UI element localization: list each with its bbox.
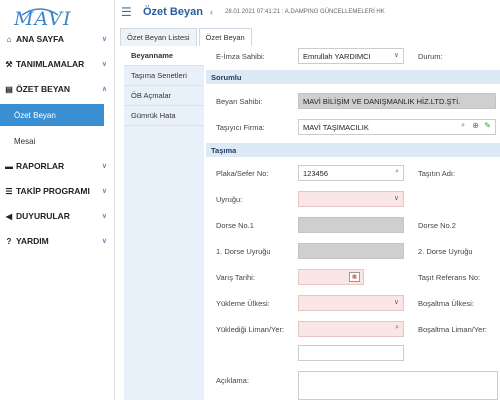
aciklama-label: Açıklama:	[216, 376, 249, 385]
eimza-select[interactable]: Emrullah YARDIMCI ∨	[298, 48, 404, 64]
uyrugu-select[interactable]: ∨	[298, 191, 404, 207]
yukleme-ulkesi-select[interactable]: ∨	[298, 295, 404, 311]
varis-label: Varış Tarihi:	[216, 273, 255, 282]
search-icon[interactable]: ⌕	[461, 122, 465, 130]
calendar-icon[interactable]: ▦	[349, 272, 360, 282]
dorse1-label: Dorse No.1	[216, 221, 254, 230]
sidebar-item-takip-programi[interactable]: ☰ TAKİP PROGRAMI ∨	[0, 180, 115, 202]
tasiyici-label: Taşıyıcı Firma:	[216, 123, 265, 132]
eimza-value: Emrullah YARDIMCI	[303, 51, 371, 61]
sidebar-item-ozet-beyan[interactable]: ▤ ÖZET BEYAN ∧	[0, 78, 115, 100]
sidebar-item-label: ÖZET BEYAN	[16, 84, 71, 94]
announcement-marquee[interactable]: 28.01.2021 07:41:21 : A.DAMPING GÜNCELLE…	[225, 9, 385, 15]
megaphone-icon: ◀	[5, 211, 13, 221]
dorse1-uyrugu-field	[298, 243, 404, 259]
section-tasima: Taşıma	[206, 143, 500, 157]
tasit-adi-label: Taşıtın Adı:	[418, 169, 456, 178]
section-sorumlu: Sorumlu	[206, 70, 500, 84]
chevron-up-icon: ∧	[101, 86, 107, 93]
form-content: E-İmza Sahibi: Emrullah YARDIMCI ∨ Durum…	[206, 46, 500, 400]
bosaltma-liman-label: Boşaltma Liman/Yer:	[418, 325, 487, 334]
sidebar-item-label: DUYURULAR	[16, 211, 70, 221]
extra-input-field[interactable]	[298, 345, 404, 361]
beyan-sahibi-label: Beyan Sahibi:	[216, 97, 263, 106]
tab-ozet-beyan[interactable]: Özet Beyan	[198, 28, 252, 46]
sidebar-item-ana-sayfa[interactable]: ⌂ ANA SAYFA ∨	[0, 28, 115, 50]
beyan-sahibi-field: MAVİ BİLİŞİM VE DANIŞMANLIK HİZ.LTD.ŞTİ.	[298, 93, 496, 109]
tasit-ref-label: Taşıt Referans No:	[418, 273, 481, 282]
list-icon: ☰	[5, 186, 13, 196]
chevron-down-icon: ∨	[101, 238, 107, 245]
logo-text: MAVI	[14, 8, 72, 30]
yukleme-ulkesi-label: Yükleme Ülkesi:	[216, 299, 270, 308]
yukledigi-liman-label: Yüklediği Liman/Yer:	[216, 325, 285, 334]
sidebar: MAVI ⌂ ANA SAYFA ∨ ⚒ TANIMLAMALAR ∨ ▤ ÖZ…	[0, 0, 115, 400]
chevron-down-icon: ∨	[101, 36, 107, 43]
sidebar-item-label: TANIMLAMALAR	[16, 59, 85, 69]
sidebar-item-label: YARDIM	[16, 236, 49, 246]
tab-bar: Özet Beyan Listesi Özet Beyan	[120, 28, 254, 46]
subnav-item-gumruk-hata[interactable]: Gümrük Hata	[124, 106, 204, 126]
sidebar-subitem-mesai[interactable]: Mesai	[0, 130, 104, 152]
sidebar-item-label: RAPORLAR	[16, 161, 65, 171]
sidebar-subitem-ozet-beyan[interactable]: Özet Beyan	[0, 104, 104, 126]
form-subnav: Beyanname Taşıma Senetleri ÖB Açmalar Gü…	[124, 46, 204, 400]
plaka-value: 123456	[303, 168, 329, 178]
top-bar: ☰ Özet Beyan ‹ 28.01.2021 07:41:21 : A.D…	[115, 0, 500, 26]
page-title: Özet Beyan	[143, 6, 203, 18]
varis-date-field[interactable]: ▦	[298, 269, 364, 285]
subnav-item-ob-acmalar[interactable]: ÖB Açmalar	[124, 86, 204, 106]
wrench-icon: ⚒	[5, 59, 13, 69]
durum-label: Durum:	[418, 52, 443, 61]
search-icon[interactable]: ⌕	[395, 168, 399, 176]
beyan-sahibi-value: MAVİ BİLİŞİM VE DANIŞMANLIK HİZ.LTD.ŞTİ.	[303, 96, 461, 106]
bosaltma-ulkesi-label: Boşaltma Ülkesi:	[418, 299, 474, 308]
sidebar-item-label: TAKİP PROGRAMI	[16, 186, 90, 196]
chevron-down-icon: ∨	[101, 61, 107, 68]
chevron-down-icon: ∨	[393, 299, 399, 306]
tasiyici-value: MAVİ TAŞIMACILIK	[303, 122, 369, 132]
add-icon[interactable]: ⊕	[472, 121, 479, 130]
chevron-down-icon: ∨	[393, 195, 399, 202]
subnav-item-beyanname[interactable]: Beyanname	[124, 46, 204, 66]
chevron-down-icon: ∨	[393, 52, 399, 59]
tab-ozet-beyan-listesi[interactable]: Özet Beyan Listesi	[120, 28, 197, 46]
dorse2-uyrugu-label: 2. Dorse Uyruğu	[418, 247, 473, 256]
dorse2-label: Dorse No.2	[418, 221, 456, 230]
uyrugu-label: Uyruğu:	[216, 195, 243, 204]
eimza-label: E-İmza Sahibi:	[216, 52, 265, 61]
hamburger-menu-icon[interactable]: ☰	[121, 5, 132, 19]
chevron-down-icon: ∨	[101, 188, 107, 195]
aciklama-textarea[interactable]	[298, 371, 498, 400]
home-icon: ⌂	[6, 34, 12, 44]
search-icon[interactable]: ⌕	[395, 324, 399, 332]
tasiyici-field[interactable]: MAVİ TAŞIMACILIK ⌕ ⊕ ✎	[298, 119, 496, 135]
subnav-item-tasima-senetleri[interactable]: Taşıma Senetleri	[124, 66, 204, 86]
chevron-left-icon[interactable]: ‹	[210, 7, 213, 17]
dorse1-uyrugu-label: 1. Dorse Uyruğu	[216, 247, 271, 256]
sidebar-item-label: ANA SAYFA	[16, 34, 65, 44]
yukledigi-liman-field[interactable]: ⌕	[298, 321, 404, 337]
sidebar-item-duyurular[interactable]: ◀ DUYURULAR ∨	[0, 205, 115, 227]
sidebar-item-raporlar[interactable]: ▬ RAPORLAR ∨	[0, 155, 115, 177]
edit-icon[interactable]: ✎	[484, 121, 491, 130]
sidebar-item-tanimlamalar[interactable]: ⚒ TANIMLAMALAR ∨	[0, 53, 115, 75]
document-icon: ▤	[5, 84, 13, 94]
help-icon: ?	[6, 236, 12, 246]
chevron-down-icon: ∨	[101, 163, 107, 170]
folder-icon: ▬	[5, 161, 13, 171]
plaka-label: Plaka/Sefer No:	[216, 169, 269, 178]
dorse1-field	[298, 217, 404, 233]
plaka-field[interactable]: 123456 ⌕	[298, 165, 404, 181]
sidebar-item-yardim[interactable]: ? YARDIM ∨	[0, 230, 115, 252]
chevron-down-icon: ∨	[101, 213, 107, 220]
brand-logo[interactable]: MAVI	[6, 4, 70, 30]
